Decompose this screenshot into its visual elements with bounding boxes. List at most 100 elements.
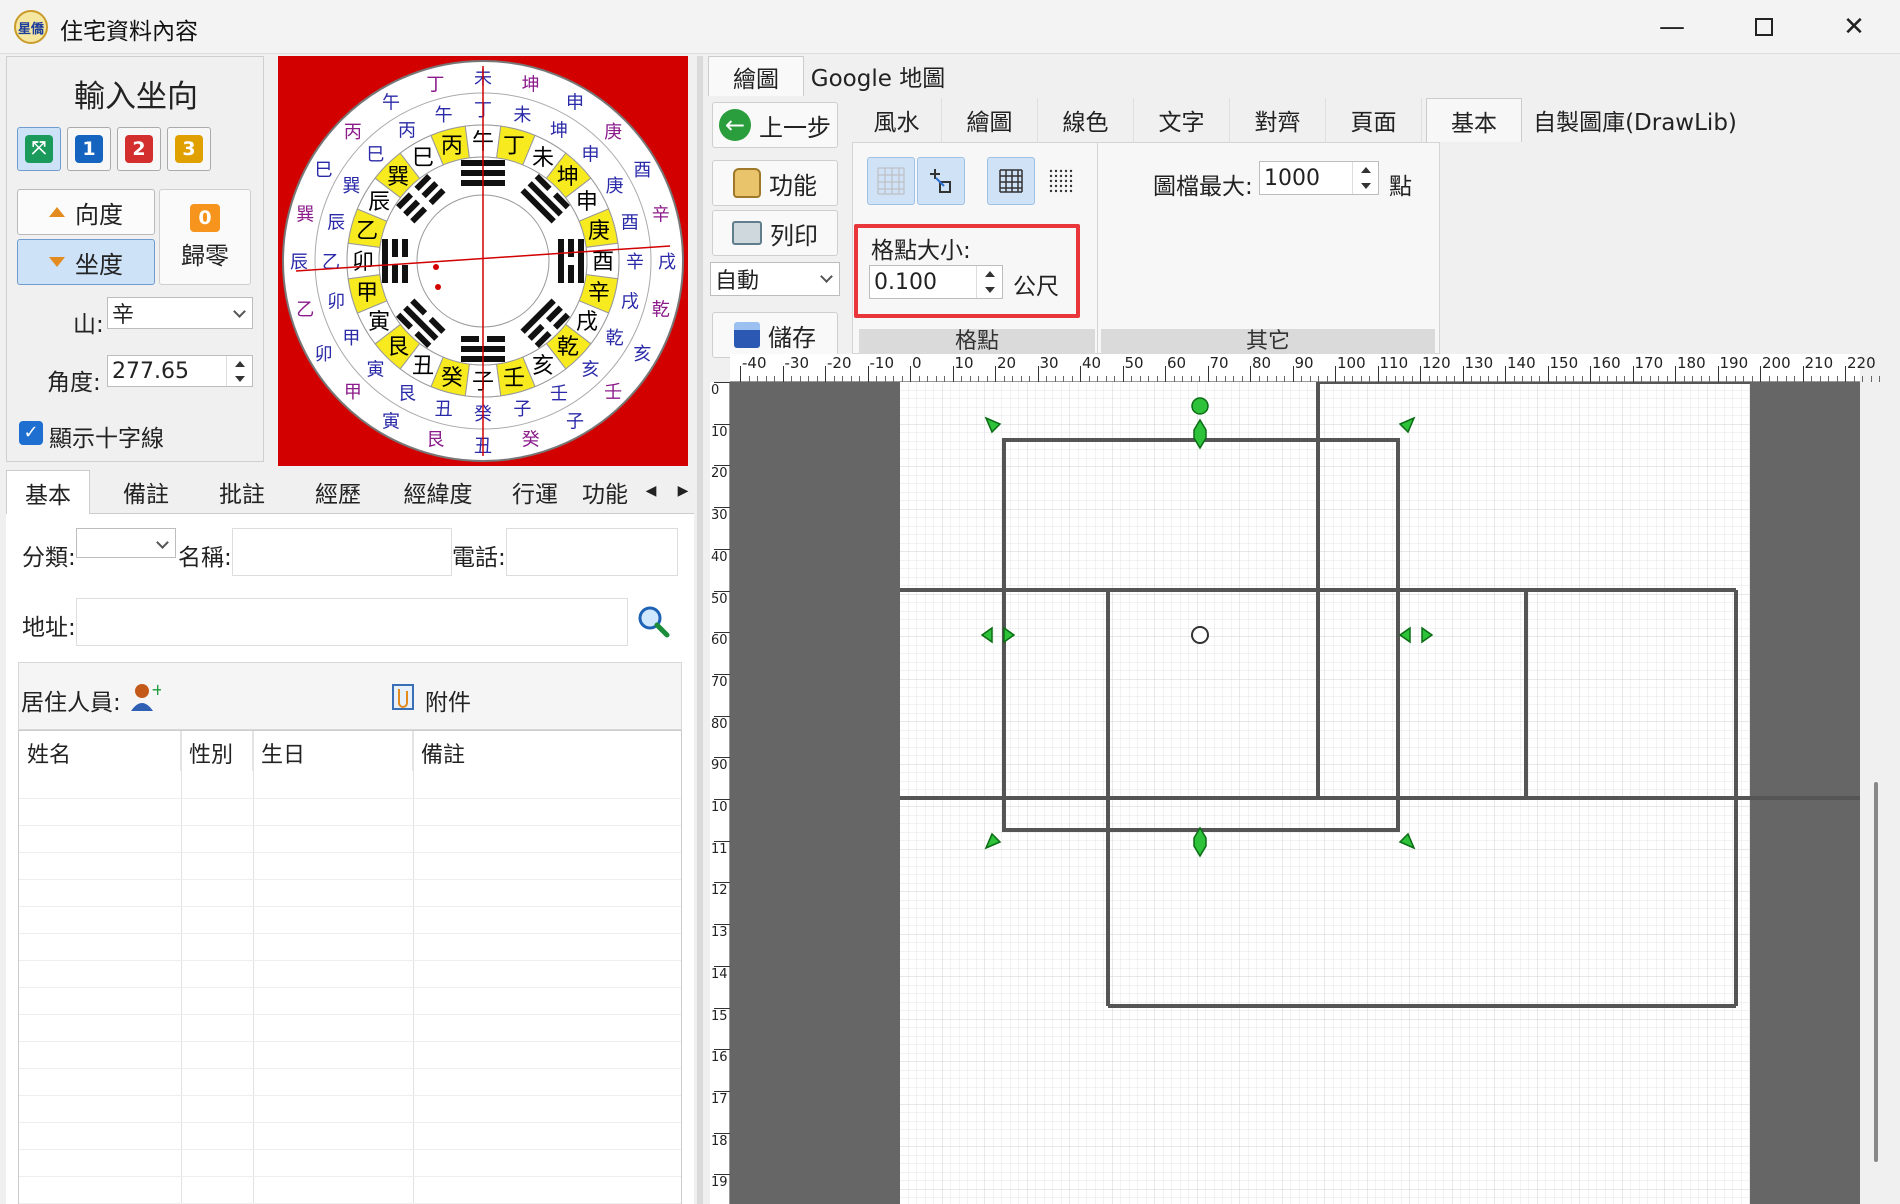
mountain-label: 山: [73,312,104,338]
fit-view-button[interactable]: ⤧ [17,127,61,171]
mountain-select[interactable]: 辛 [107,297,253,329]
save-button[interactable]: 儲存 [712,312,838,358]
tab-scroll-right-icon[interactable]: ▶ [668,476,698,506]
angle-label: 角度: [47,370,101,396]
compass-outer-label: 壬 [550,384,568,405]
maximize-button[interactable] [1718,0,1810,54]
table-row[interactable] [19,1149,681,1150]
tab-history[interactable]: 經歷 [292,470,384,514]
tab-scroll-left-icon[interactable]: ◀ [636,476,666,506]
table-row[interactable] [19,1068,681,1069]
compass-mountain-label: 巳 [412,146,434,171]
table-row[interactable] [19,1122,681,1123]
column-header-gender[interactable]: 性別 [181,731,253,771]
table-row[interactable] [19,987,681,988]
table-row[interactable] [19,1095,681,1096]
ruler-tick-label: 16 [711,1050,728,1066]
tab-drawing[interactable]: 繪圖 [708,56,804,96]
ribbon-tab-basic[interactable]: 基本 [1426,98,1522,142]
search-map-icon[interactable] [636,604,670,638]
column-header-name[interactable]: 姓名 [19,731,181,771]
attachment-icon[interactable] [389,681,419,713]
angle-stepper[interactable] [226,356,252,386]
ribbon-tab-drawlib[interactable]: 自製圖庫(DrawLib) [1524,98,1746,142]
luopan-compass[interactable]: 癸丑丑艮艮寅寅甲甲卯卯乙乙辰辰巽巽巳巳丙丙午午丁丁未未坤坤申申庚庚酉酉辛辛戌戌乾… [278,56,688,466]
ruler-tick [714,507,730,509]
compass-mountain-label: 乾 [557,335,579,360]
max-size-stepper[interactable] [1352,162,1378,194]
group-label-grid: 格點 [859,329,1095,355]
table-row[interactable] [19,825,681,826]
ruler-tick [714,757,730,759]
floor-plan[interactable] [730,380,1860,1204]
grid-dense-button[interactable] [987,157,1035,205]
table-row[interactable] [19,852,681,853]
compass-outer-label: 未 [513,105,531,126]
snap-to-grid-button[interactable] [917,157,965,205]
tab-basic[interactable]: 基本 [6,470,90,514]
save-disk-icon [734,322,760,348]
ruler-tick [1335,366,1336,382]
angle-input[interactable]: 277.65 [107,355,253,387]
ruler-tick [910,366,911,382]
coordinate-panel: 輸入坐向 ⤧ 1 2 3 向度 坐度 0 歸零 山: 辛 角度: 277.65 … [6,56,264,462]
sit-degree-button[interactable]: 坐度 [17,239,155,285]
table-row[interactable] [19,1014,681,1015]
ribbon-tab-align[interactable]: 對齊 [1230,98,1326,142]
function-button[interactable]: 功能 [712,160,838,206]
table-row[interactable] [19,1041,681,1042]
direction-degree-button[interactable]: 向度 [17,189,155,235]
compass-outer-label: 寅 [382,411,400,432]
mode-1-button[interactable]: 1 [67,127,111,171]
tab-fortune[interactable]: 行運 [490,470,580,514]
print-button[interactable]: 列印 [712,210,838,256]
ruler-tick [714,632,730,634]
table-row[interactable] [19,798,681,799]
table-row[interactable] [19,1176,681,1177]
table-row[interactable] [19,960,681,961]
ribbon-tab-draw[interactable]: 繪圖 [942,98,1038,142]
ruler-tick-label: 12 [711,883,728,899]
residents-table: 姓名 性別 生日 備註 [18,730,682,1204]
ribbon-tab-fengshui[interactable]: 風水 [852,98,942,142]
ribbon-tab-line-color[interactable]: 線色 [1038,98,1134,142]
name-input[interactable] [232,528,452,576]
column-header-notes[interactable]: 備註 [413,731,681,771]
auto-select[interactable]: 自動 [710,262,840,296]
panel-splitter[interactable] [697,56,703,1204]
ribbon-tab-page[interactable]: 頁面 [1326,98,1422,142]
tab-function[interactable]: 功能 [582,470,642,514]
grid-show-button[interactable] [867,157,915,205]
table-row[interactable] [19,933,681,934]
drawing-canvas[interactable] [730,380,1860,1204]
grid-dots-button[interactable] [1037,157,1085,205]
attachment-label[interactable]: 附件 [425,683,471,717]
close-button[interactable]: ✕ [1808,0,1900,54]
table-row[interactable] [19,879,681,880]
max-size-input[interactable]: 1000 [1259,161,1379,195]
angle-value: 277.65 [112,358,189,384]
tab-annotation[interactable]: 批註 [196,470,288,514]
add-resident-icon[interactable]: + [129,680,164,713]
scrollbar-thumb[interactable] [1874,782,1878,1162]
reset-zero-button[interactable]: 0 歸零 [159,189,251,285]
minimize-button[interactable]: — [1626,0,1718,54]
ruler-tick [714,423,730,425]
undo-button[interactable]: ← 上一步 [712,102,838,148]
mode-2-button[interactable]: 2 [117,127,161,171]
chevron-down-icon [156,536,169,549]
crosshair-checkbox[interactable]: ✓ [19,421,43,445]
ribbon-tab-text[interactable]: 文字 [1134,98,1230,142]
tab-google-map[interactable]: Google 地圖 [808,56,948,96]
vertical-scrollbar[interactable] [1860,382,1900,1204]
tab-coordinates[interactable]: 經緯度 [388,470,488,514]
tab-notes[interactable]: 備註 [100,470,192,514]
chevron-down-icon [820,270,833,283]
ruler-tick-label: 60 [1167,354,1187,372]
table-row[interactable] [19,906,681,907]
address-input[interactable] [76,598,628,646]
column-header-birthday[interactable]: 生日 [253,731,413,771]
category-select[interactable] [76,528,176,558]
phone-input[interactable] [506,528,678,576]
mode-3-button[interactable]: 3 [167,127,211,171]
